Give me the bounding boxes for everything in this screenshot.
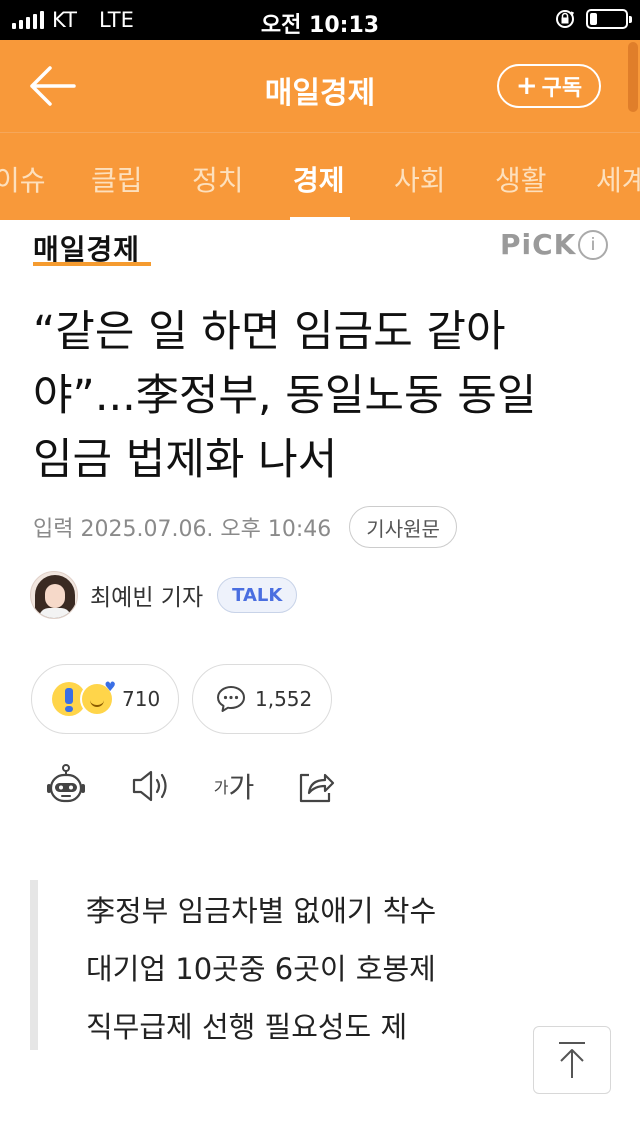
font-size-small-label: 가 [213, 778, 229, 797]
rotation-lock-icon [556, 10, 575, 28]
publisher-logo-underline [33, 262, 151, 266]
tab-politics[interactable]: 정치 [192, 159, 244, 199]
summary-line: 직무급제 선행 필요성도 제 [86, 1010, 408, 1044]
tab-world[interactable]: 세계 [596, 159, 640, 199]
summary-line: 대기업 10곳중 6곳이 호봉제 [86, 952, 436, 986]
share-button[interactable] [292, 762, 340, 810]
article-meta: 입력 2025.07.06. 오후 10:46 기사원문 [33, 506, 457, 548]
tab-economy[interactable]: 경제 [293, 159, 345, 199]
comment-icon [217, 686, 245, 712]
category-tabs: 이슈 클립 정치 경제 사회 생활 세계 [0, 132, 640, 220]
battery-icon [586, 9, 632, 29]
text-to-speech-button[interactable] [126, 762, 174, 810]
publish-date: 입력 2025.07.06. 오후 10:46 [33, 517, 332, 542]
info-icon[interactable]: i [578, 230, 608, 260]
clock: 오전 10:13 [260, 13, 380, 38]
reaction-count: 710 [122, 687, 161, 711]
reporter-name[interactable]: 최예빈 기자 [90, 578, 203, 612]
reporter-avatar[interactable] [30, 571, 78, 619]
talk-button[interactable]: TALK [217, 577, 298, 613]
active-tab-indicator [290, 217, 350, 220]
font-size-button[interactable]: 가가 [206, 762, 262, 810]
headline-line: 임금 법제화 나서 [33, 435, 338, 485]
tab-life[interactable]: 생활 [495, 159, 547, 199]
subscribe-button[interactable]: + 구독 [497, 64, 601, 108]
share-icon [299, 773, 335, 803]
comment-button[interactable]: 1,552 [192, 664, 332, 734]
article-headline: “같은 일 하면 임금도 같아 야”...李정부, 동일노동 동일 임금 법제화… [33, 300, 613, 492]
tab-society[interactable]: 사회 [394, 159, 446, 199]
plus-icon: + [515, 71, 538, 101]
font-size-large-label: 가 [228, 771, 255, 804]
article-summary: 李정부 임금차별 없애기 착수 대기업 10곳중 6곳이 호봉제 직무급제 선행… [30, 880, 590, 1050]
status-bar: KT LTE 오전 10:13 [0, 0, 640, 40]
original-article-button[interactable]: 기사원문 [349, 506, 457, 548]
summary-bot-button[interactable] [42, 762, 90, 810]
pick-label: PiCK [500, 228, 577, 261]
reporter-row: 최예빈 기자 TALK [30, 570, 298, 620]
comment-count: 1,552 [255, 687, 313, 711]
subscribe-label: 구독 [541, 76, 583, 101]
arrow-up-icon [559, 1042, 585, 1078]
tab-clip[interactable]: 클립 [91, 159, 143, 199]
app-header: 매일경제 + 구독 [0, 40, 640, 132]
scrollbar[interactable] [628, 42, 638, 112]
reaction-button[interactable]: ♥ 710 [31, 664, 179, 734]
summary-bot-icon [47, 764, 85, 803]
speaker-icon [132, 770, 167, 802]
tab-issue[interactable]: 이슈 [0, 159, 46, 199]
summary-line: 李정부 임금차별 없애기 착수 [86, 894, 437, 928]
scroll-to-top-button[interactable] [533, 1026, 611, 1094]
happy-emoji-icon: ♥ [80, 680, 116, 716]
headline-line: “같은 일 하면 임금도 같아 [33, 307, 506, 357]
headline-line: 야”...李정부, 동일노동 동일 [33, 371, 537, 421]
